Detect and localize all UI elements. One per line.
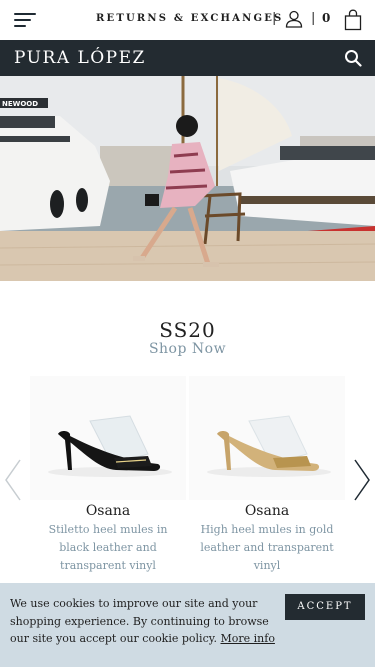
hamburger-menu-icon[interactable] — [14, 12, 36, 28]
brand-bar: PURA LÓPEZ — [0, 40, 375, 76]
product-description: Stiletto heel mules in black leather and… — [48, 523, 168, 572]
chevron-left-icon[interactable] — [2, 458, 24, 502]
boat-sign: NEWOOD — [2, 100, 38, 108]
product-card[interactable]: Osana High heel mules in gold leather an… — [189, 376, 345, 575]
cookie-more-info-link[interactable]: More info — [221, 632, 275, 645]
product-card[interactable]: Osana Stiletto heel mules in black leath… — [30, 376, 186, 575]
product-name[interactable]: Osana — [189, 503, 345, 519]
accept-cookies-button[interactable]: ACCEPT — [285, 594, 365, 620]
hero-image: NEWOOD — [0, 76, 375, 281]
cart-count[interactable]: 0 — [322, 11, 330, 25]
season-title: SS20 — [159, 318, 216, 342]
shopping-bag-icon[interactable] — [344, 9, 362, 31]
returns-exchanges-link[interactable]: RETURNS & EXCHANGES — [96, 13, 283, 24]
user-icon[interactable] — [285, 10, 303, 28]
chevron-right-icon[interactable] — [351, 458, 373, 502]
shop-now-link[interactable]: Shop Now — [0, 341, 375, 357]
product-image-black-mule[interactable] — [30, 376, 186, 500]
separator: | — [311, 11, 316, 26]
cookie-message: We use cookies to improve our site and y… — [10, 595, 275, 648]
product-image-gold-mule[interactable] — [189, 376, 345, 500]
product-name[interactable]: Osana — [30, 503, 186, 519]
brand-logo[interactable]: PURA LÓPEZ — [14, 48, 146, 68]
top-utility-bar: RETURNS & EXCHANGES | | 0 — [0, 0, 375, 40]
separator: | — [272, 11, 277, 26]
search-icon[interactable] — [344, 49, 362, 67]
cookie-banner: We use cookies to improve our site and y… — [0, 583, 375, 667]
product-description: High heel mules in gold leather and tran… — [200, 523, 334, 572]
hero-banner[interactable]: NEWOOD — [0, 76, 375, 281]
